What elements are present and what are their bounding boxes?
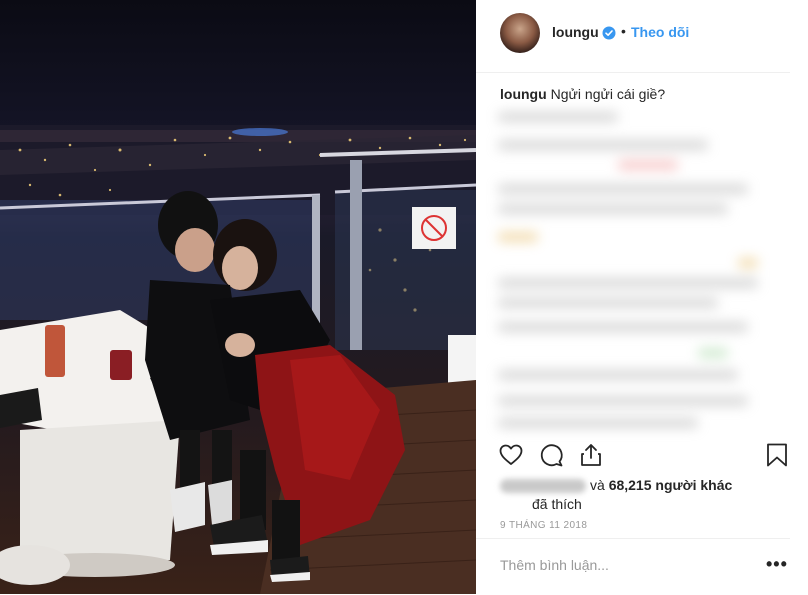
comment-icon[interactable] bbox=[538, 442, 564, 468]
blurred-comments bbox=[498, 108, 788, 430]
post-details-panel: loungu • Theo dõi loungu Ngửi ngửi cái gi… bbox=[476, 0, 808, 594]
separator-dot: • bbox=[621, 23, 626, 39]
likes-connector: và bbox=[590, 477, 605, 493]
post-date[interactable]: 9 THÁNG 11 2018 bbox=[500, 520, 587, 531]
post-header: loungu • Theo dõi bbox=[476, 0, 790, 73]
caption: loungu Ngửi ngửi cái giề? bbox=[500, 86, 665, 102]
verified-badge-icon bbox=[602, 26, 616, 40]
blurred-liker-name bbox=[500, 479, 586, 494]
username[interactable]: loungu bbox=[552, 24, 599, 40]
likes-count[interactable]: 68,215 người khác bbox=[609, 477, 733, 493]
follow-button[interactable]: Theo dõi bbox=[631, 24, 689, 40]
comment-bar: ••• bbox=[476, 538, 790, 595]
share-icon[interactable] bbox=[578, 442, 604, 468]
caption-username[interactable]: loungu bbox=[500, 86, 547, 102]
post-photo[interactable] bbox=[0, 0, 476, 594]
likes-suffix: đã thích bbox=[532, 496, 582, 512]
photo-scene bbox=[0, 125, 476, 594]
heart-icon[interactable] bbox=[498, 442, 524, 468]
avatar[interactable] bbox=[500, 13, 540, 53]
action-bar bbox=[476, 436, 808, 472]
likes-summary: và 68,215 người khác bbox=[500, 476, 732, 494]
more-options-button[interactable]: ••• bbox=[766, 554, 788, 575]
caption-text: Ngửi ngửi cái giề? bbox=[550, 86, 666, 102]
comment-input[interactable] bbox=[500, 557, 740, 573]
bookmark-icon[interactable] bbox=[764, 442, 790, 468]
